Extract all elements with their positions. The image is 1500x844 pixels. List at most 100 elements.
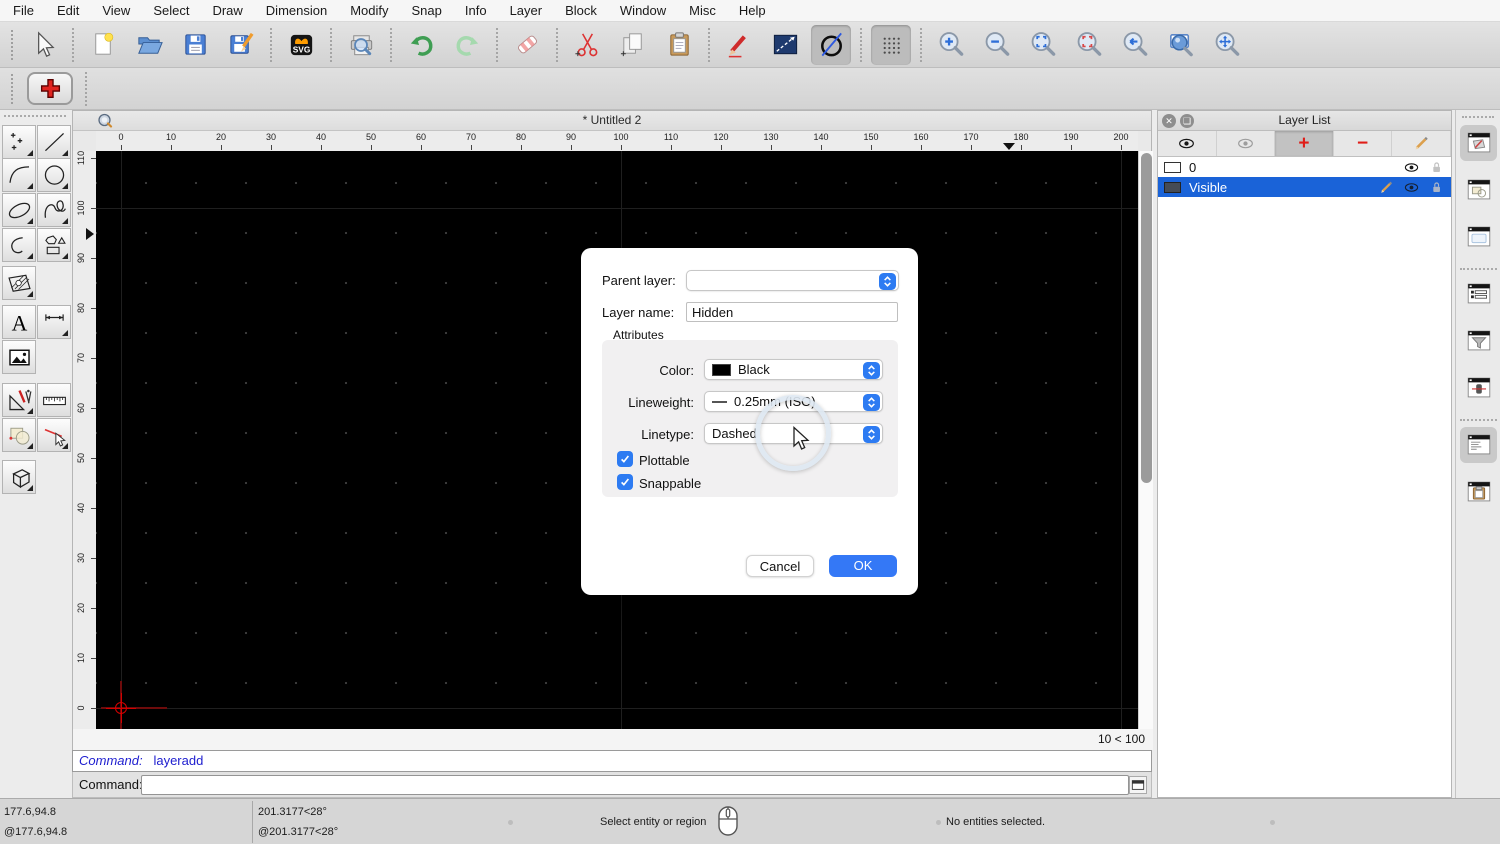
layer-row-visible[interactable]: Visible	[1158, 177, 1451, 197]
save-as-button[interactable]	[221, 25, 261, 65]
menu-info[interactable]: Info	[465, 3, 487, 18]
ruler-label: 70	[465, 132, 477, 142]
zoom-in-button[interactable]	[931, 25, 971, 65]
zoom-pan-button[interactable]	[1207, 25, 1247, 65]
menu-layer[interactable]: Layer	[510, 3, 543, 18]
print-preview-button[interactable]	[341, 25, 381, 65]
zoom-previous-button[interactable]	[1115, 25, 1155, 65]
tool-measure-button[interactable]	[37, 383, 71, 417]
tool-box-3d-button[interactable]	[2, 460, 36, 494]
svg-export-button[interactable]: SVG	[281, 25, 321, 65]
ruler-label: 200	[1113, 132, 1129, 142]
horizontal-scrollbar-area[interactable]: 10 < 100	[73, 729, 1153, 750]
line-rectangle-button[interactable]	[765, 25, 805, 65]
menu-block[interactable]: Block	[565, 3, 597, 18]
circle-slash-button[interactable]	[811, 24, 851, 65]
menu-view[interactable]: View	[102, 3, 130, 18]
cursor-icon	[28, 29, 59, 60]
tool-dimension-button[interactable]	[37, 305, 71, 339]
new-document-button[interactable]	[83, 25, 123, 65]
zoom-auto-button[interactable]	[1023, 25, 1063, 65]
layer-panel-titlebar[interactable]: ✕ ❏ Layer List	[1158, 111, 1451, 131]
add-button[interactable]	[27, 72, 73, 105]
layer-visibility-icon[interactable]	[1403, 179, 1420, 196]
tool-circle-button[interactable]	[37, 158, 71, 192]
tool-points-button[interactable]	[2, 125, 36, 159]
open-file-button[interactable]	[129, 25, 169, 65]
dock-pen-toolbar-button[interactable]	[1460, 370, 1497, 406]
menu-help[interactable]: Help	[739, 3, 766, 18]
menu-window[interactable]: Window	[620, 3, 666, 18]
layer-lock-icon[interactable]	[1428, 159, 1445, 176]
layer-visibility-icon[interactable]	[1403, 159, 1420, 176]
dock-entity-list-button[interactable]	[1460, 276, 1497, 312]
copy-button[interactable]	[613, 25, 653, 65]
grid-snap-button[interactable]	[871, 24, 911, 65]
zoom-window-button[interactable]	[1161, 25, 1201, 65]
edit-layer-button[interactable]	[1392, 131, 1451, 156]
menu-select[interactable]: Select	[153, 3, 189, 18]
cancel-button[interactable]: Cancel	[746, 555, 814, 577]
eraser-button[interactable]	[507, 25, 547, 65]
points-icon	[5, 128, 34, 157]
tool-explode-button[interactable]	[37, 418, 71, 452]
menu-snap[interactable]: Snap	[412, 3, 442, 18]
undo-button[interactable]	[401, 25, 441, 65]
dock-filter-button[interactable]	[1460, 323, 1497, 359]
layer-lock-icon[interactable]	[1428, 179, 1445, 196]
parent-layer-label: Parent layer:	[602, 273, 676, 288]
hide-all-layers-button[interactable]	[1217, 131, 1276, 156]
layer-name-field[interactable]	[686, 302, 898, 322]
tool-cad-tools-button[interactable]	[2, 383, 36, 417]
menu-misc[interactable]: Misc	[689, 3, 716, 18]
tool-arc-button[interactable]	[2, 158, 36, 192]
menu-edit[interactable]: Edit	[57, 3, 79, 18]
layer-color-swatch	[1164, 161, 1181, 173]
parent-layer-dropdown[interactable]	[686, 270, 899, 291]
tool-image-button[interactable]	[2, 340, 36, 374]
redo-button[interactable]	[447, 25, 487, 65]
zoom-select-button[interactable]	[1069, 25, 1109, 65]
vertical-scrollbar[interactable]	[1138, 151, 1153, 729]
status-bar: 177.6,94.8 @177.6,94.8 201.3177<28° @201…	[0, 798, 1500, 844]
tool-polygon-button[interactable]	[37, 228, 71, 262]
menu-draw[interactable]: Draw	[212, 3, 242, 18]
show-all-layers-button[interactable]	[1158, 131, 1217, 156]
add-layer-button[interactable]: +	[1275, 131, 1334, 156]
menu-modify[interactable]: Modify	[350, 3, 388, 18]
metagrid-line	[96, 208, 1138, 209]
command-input[interactable]	[141, 775, 1129, 795]
draw-pen-button[interactable]	[719, 25, 759, 65]
dock-command-widget-button[interactable]	[1460, 427, 1497, 463]
tool-modify-button[interactable]	[2, 418, 36, 452]
ruler-tick	[371, 145, 372, 150]
color-dropdown[interactable]: Black	[704, 359, 883, 380]
tool-spline-button[interactable]	[37, 193, 71, 227]
ok-button[interactable]: OK	[829, 555, 897, 577]
zoom-out-button[interactable]	[977, 25, 1017, 65]
tool-line-button[interactable]	[37, 125, 71, 159]
layer-row-0[interactable]: 0	[1158, 157, 1451, 177]
cursor-button[interactable]	[23, 25, 63, 65]
document-titlebar[interactable]: * Untitled 2	[73, 111, 1151, 131]
cut-button[interactable]	[567, 25, 607, 65]
paste-button[interactable]	[659, 25, 699, 65]
menu-file[interactable]: File	[13, 3, 34, 18]
tool-hatch-button[interactable]	[2, 266, 36, 300]
dock-layer-list-button[interactable]	[1460, 125, 1497, 161]
snappable-checkbox[interactable]	[617, 474, 633, 490]
plottable-checkbox[interactable]	[617, 451, 633, 467]
dock-clipboard-button[interactable]	[1460, 474, 1497, 510]
edit-pencil-icon[interactable]	[1378, 179, 1395, 196]
command-detach-button[interactable]	[1129, 776, 1147, 794]
remove-layer-button[interactable]: −	[1334, 131, 1393, 156]
scrollbar-thumb[interactable]	[1141, 153, 1152, 483]
status-indicator-dot	[1270, 820, 1275, 825]
dock-block-list-button[interactable]	[1460, 172, 1497, 208]
tool-polyline-button[interactable]	[2, 228, 36, 262]
dock-library-browser-button[interactable]	[1460, 219, 1497, 255]
tool-text-button[interactable]: A	[2, 305, 36, 339]
tool-ellipse-button[interactable]	[2, 193, 36, 227]
menu-dimension[interactable]: Dimension	[266, 3, 327, 18]
save-button[interactable]	[175, 25, 215, 65]
